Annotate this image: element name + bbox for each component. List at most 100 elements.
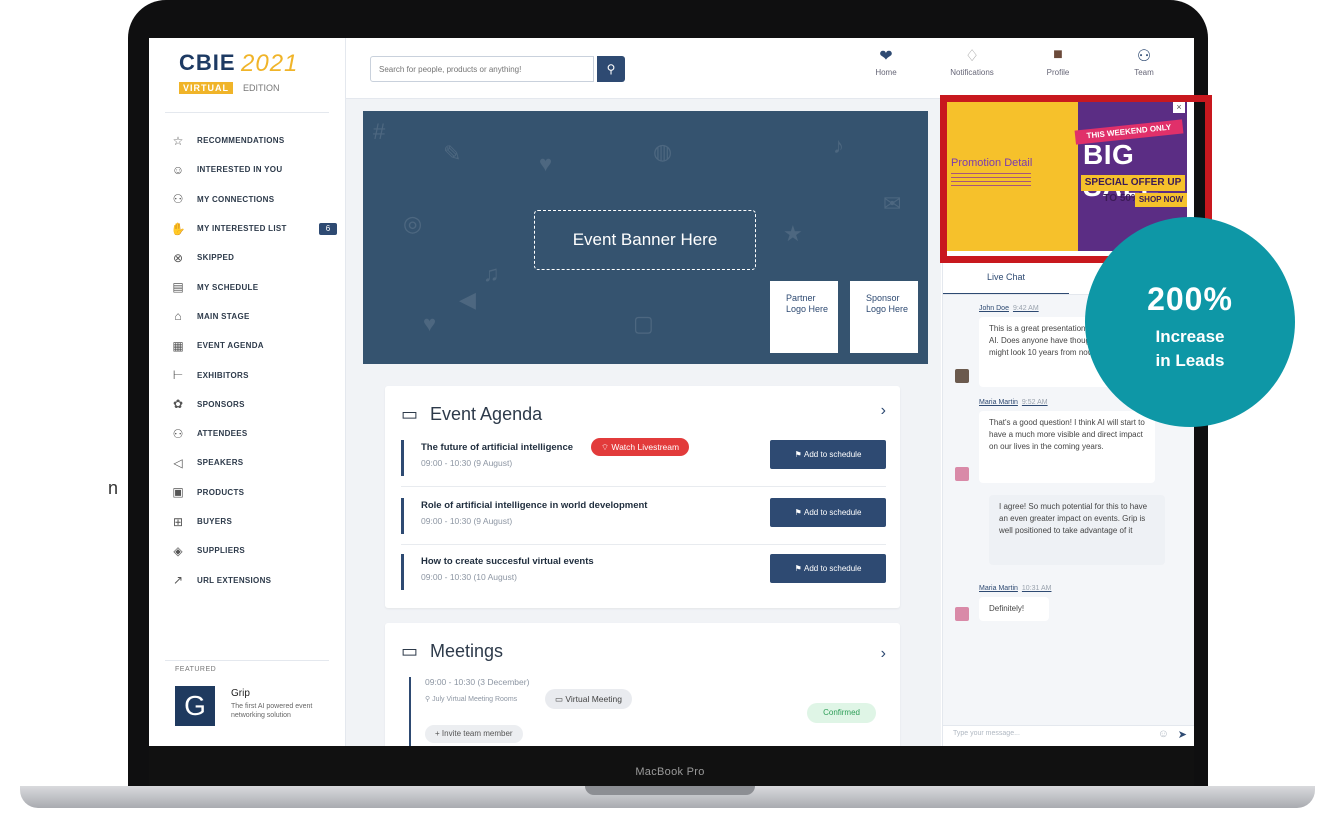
add-label: Add to schedule [804,564,862,573]
partner-logo[interactable]: Partner Logo Here [770,281,838,353]
chat-input-placeholder: Type your message... [953,730,1020,737]
search-input[interactable] [370,56,594,82]
smile-icon: ☺ [171,162,185,177]
sidebar-item-label: BUYERS [197,517,233,526]
star-icon: ☆ [172,133,184,148]
products-icon: ▣ [172,485,184,500]
message-author[interactable]: John Doe 9:42 AM [979,305,1039,312]
sidebar-item-label: SPONSORS [197,399,245,409]
event-banner[interactable]: # ✎ ♥ ◍ ♫ ♪ ◎ ♥ ★ ✉ ◀ ▢ Event Banner Her… [363,111,928,364]
topnav-team[interactable]: ⚇ Team [1114,46,1174,77]
agenda-item-title[interactable]: The future of artificial intelligence [421,442,573,453]
topnav-home[interactable]: ❤ Home [856,46,916,77]
agenda-bar [401,440,404,476]
message-author[interactable]: Maria Martin 9:52 AM [979,399,1048,406]
meeting-location: ⚲ July Virtual Meeting Rooms [425,695,517,703]
sponsor-logo[interactable]: Sponsor Logo Here [850,281,918,353]
sidebar-item-label: MY CONNECTIONS [197,194,275,204]
sidebar-item-label: MY INTERESTED LIST [197,224,287,234]
invite-team-member-button[interactable]: + Invite team member [425,725,523,743]
bell-icon: ♢ [964,48,980,65]
message-author[interactable]: Maria Martin 10:31 AM [979,585,1051,592]
message-time: 9:42 AM [1012,305,1039,312]
featured-logo[interactable]: G [175,686,215,726]
meeting-bar [409,677,411,746]
tab-live-chat[interactable]: Live Chat [943,265,1069,295]
globe-icon: ◎ [403,211,423,236]
sidebar-item-buyers[interactable]: ⊞ BUYERS [169,507,341,536]
stat-circle: 200% Increase in Leads [1085,217,1295,427]
featured-description: The first AI powered event networking so… [231,703,313,719]
sidebar-item-interested-in-you[interactable]: ☺ INTERESTED IN YOU [169,155,341,184]
heart-icon: ♥ [539,151,553,176]
count-badge: 6 [319,222,337,235]
sidebar-item-attendees[interactable]: ⚇ ATTENDEES [169,419,341,448]
agenda-item-title[interactable]: How to create succesful virtual events [421,556,594,567]
avatar-icon: ■ [1053,46,1063,63]
heart-icon: ♥ [423,311,437,336]
wifi-icon: ⌔ [601,442,612,452]
chevron-right-icon[interactable]: › [881,645,886,663]
chat-icon: ◍ [653,139,673,164]
send-icon[interactable]: ➤ [1178,728,1187,741]
sidebar-item-label: MAIN STAGE [197,311,250,321]
hashtag-icon: # [373,119,386,144]
avatar [955,607,969,621]
add-to-schedule-button[interactable]: ⚑ Add to schedule [770,554,886,583]
agenda-item[interactable]: Role of artificial intelligence in world… [401,494,886,545]
agenda-item[interactable]: The future of artificial intelligence 09… [401,436,886,487]
flag-icon: ⚑ [794,508,805,517]
topnav-notifications[interactable]: ♢ Notifications [942,46,1002,77]
author-name: Maria Martin [979,585,1018,592]
sidebar-item-event-agenda[interactable]: ▦ EVENT AGENDA [169,331,341,360]
sidebar-item-main-stage[interactable]: ⌂ MAIN STAGE [169,302,341,331]
sidebar: CBIE 2021 VIRTUAL EDITION ☆ RECOMMENDATI… [149,38,346,746]
meetings-card: ▭ Meetings › 09:00 - 10:30 (3 December) … [385,623,900,746]
sidebar-item-recommendations[interactable]: ☆ RECOMMENDATIONS [169,126,341,155]
meeting-time: 09:00 - 10:30 (3 December) [425,677,530,687]
chevron-right-icon[interactable]: › [881,402,886,420]
agenda-item-title[interactable]: Role of artificial intelligence in world… [421,500,647,511]
add-to-schedule-button[interactable]: ⚑ Add to schedule [770,498,886,527]
chat-message: That's a good question! I think AI will … [979,411,1155,483]
laptop-notch [585,786,755,795]
emoji-icon[interactable]: ☺ [1158,728,1169,740]
virtual-meeting-chip[interactable]: ▭ Virtual Meeting [545,689,632,709]
event-logo[interactable]: CBIE 2021 VIRTUAL EDITION [179,50,319,98]
agenda-bar [401,498,404,534]
search-button[interactable]: ⚲ [597,56,625,82]
meetings-title: Meetings [430,641,504,661]
sidebar-item-sponsors[interactable]: ✿ SPONSORS [169,390,341,419]
chat-icon: ▢ [633,311,654,336]
sidebar-item-exhibitors[interactable]: ⊢ EXHIBITORS [169,360,341,389]
stat-label-line2: in Leads [1155,351,1225,370]
topnav-label: Team [1134,68,1154,77]
watch-livestream-button[interactable]: ⌔ Watch Livestream [591,438,690,456]
featured-label: FEATURED [175,666,217,673]
skip-icon: ⊗ [172,250,184,265]
sidebar-item-speakers[interactable]: ◁ SPEAKERS [169,448,341,477]
sponsor-icon: ✿ [172,397,184,412]
logo-edition: EDITION [243,83,280,93]
avatar [955,467,969,481]
flag-icon: ⚑ [794,564,805,573]
banner-placeholder: Event Banner Here [534,210,756,270]
featured-name[interactable]: Grip [231,688,250,699]
sidebar-item-my-interested-list[interactable]: ✋ MY INTERESTED LIST 6 [169,214,341,243]
topnav-profile[interactable]: ■ Profile [1028,46,1088,77]
add-to-schedule-button[interactable]: ⚑ Add to schedule [770,440,886,469]
chat-input[interactable]: Type your message... ☺ ➤ [943,725,1194,746]
agenda-item[interactable]: How to create succesful virtual events 0… [401,550,886,600]
microphone-icon: ♪ [833,133,844,158]
sidebar-item-my-schedule[interactable]: ▤ MY SCHEDULE [169,272,341,301]
sidebar-item-label: RECOMMENDATIONS [197,136,285,146]
sidebar-item-my-connections[interactable]: ⚇ MY CONNECTIONS [169,185,341,214]
author-name: Maria Martin [979,399,1018,406]
sidebar-item-suppliers[interactable]: ◈ SUPPLIERS [169,536,341,565]
author-name: John Doe [979,305,1009,312]
sidebar-item-skipped[interactable]: ⊗ SKIPPED [169,243,341,272]
sidebar-item-label: PRODUCTS [197,487,245,497]
sidebar-item-products[interactable]: ▣ PRODUCTS [169,478,341,507]
sidebar-item-label: EVENT AGENDA [197,341,264,351]
sidebar-item-url-extensions[interactable]: ↗ URL EXTENSIONS [169,565,341,594]
